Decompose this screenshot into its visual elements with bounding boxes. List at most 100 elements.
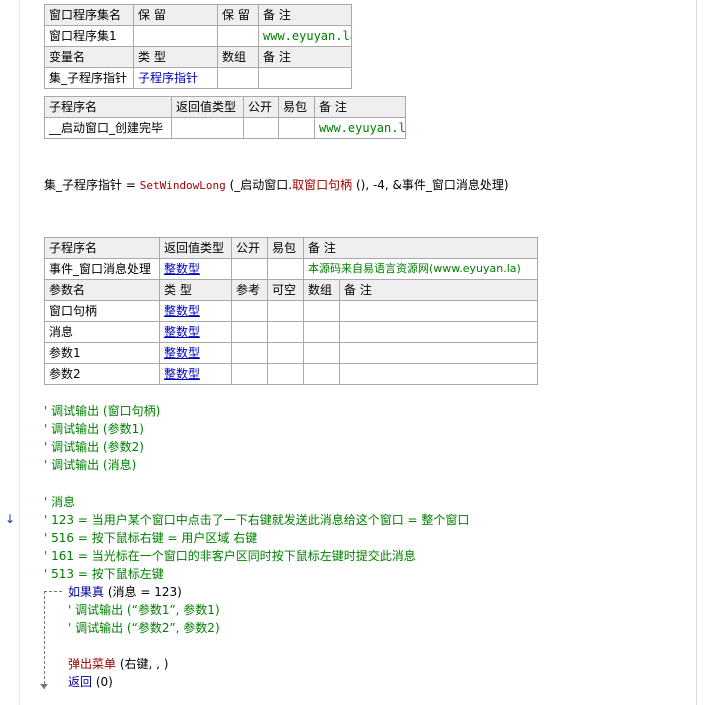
variable-name-cell[interactable]: 集_子程序指针 — [44, 67, 134, 89]
code-variable: 集_子程序指针 — [44, 178, 123, 192]
popup-menu-line[interactable]: 弹出菜单 (右键, , ) — [68, 656, 168, 672]
param-array-cell[interactable] — [303, 363, 340, 385]
header-cell: 数组 — [303, 279, 340, 301]
param-array-cell[interactable] — [303, 321, 340, 343]
param-ref-cell[interactable] — [231, 300, 268, 322]
if-statement-line[interactable]: 如果真 (消息 = 123) — [68, 584, 182, 600]
comment-line[interactable]: ' 513 = 按下鼠标左键 — [44, 566, 164, 582]
subroutine-row[interactable]: __启动窗口_创建完毕 www.eyuyan.la — [44, 117, 406, 139]
variable-row[interactable]: 集_子程序指针 子程序指针 — [44, 67, 352, 89]
remark-cell[interactable] — [258, 67, 352, 89]
variable-header-row: 变量名 类 型 数组 备 注 — [44, 46, 352, 68]
param-type-cell[interactable]: 整数型 — [159, 363, 232, 385]
param-row[interactable]: 参数1 整数型 — [44, 342, 539, 364]
header-cell: 变量名 — [44, 46, 134, 68]
comment-line[interactable]: ' 调试输出 (消息) — [44, 457, 136, 473]
reserved-cell[interactable] — [217, 25, 259, 47]
header-cell: 备 注 — [258, 4, 352, 26]
return-args: (0) — [92, 675, 113, 689]
param-optional-cell[interactable] — [267, 363, 304, 385]
param-row[interactable]: 窗口句柄 整数型 — [44, 300, 539, 322]
event-subroutine-table: 子程序名 返回值类型 公开 易包 备 注 事件_窗口消息处理 整数型 本源码来自… — [44, 237, 539, 385]
remark-cell[interactable]: www.eyuyan.la — [314, 117, 406, 139]
param-ref-cell[interactable] — [231, 363, 268, 385]
comment-line[interactable]: ' 调试输出 (窗口句柄) — [44, 403, 160, 419]
code-function: SetWindowLong — [139, 179, 226, 192]
param-type-cell[interactable]: 整数型 — [159, 300, 232, 322]
flow-end-arrow-icon — [40, 684, 48, 689]
comment-line[interactable]: ' 调试输出 (“参数2”, 参数2) — [68, 620, 220, 636]
code-arg-window: _启动窗口. — [234, 178, 293, 192]
reserved-cell[interactable] — [133, 25, 218, 47]
param-name-cell[interactable]: 消息 — [44, 321, 160, 343]
header-cell: 公开 — [243, 96, 279, 118]
param-array-cell[interactable] — [303, 342, 340, 364]
variable-type-cell[interactable]: 子程序指针 — [133, 67, 218, 89]
assembly-header-row: 窗口程序集名 保 留 保 留 备 注 — [44, 4, 352, 26]
comment-line[interactable]: ' 123 = 当用户某个窗口中点击了一下右键就发送此消息给这个窗口 = 整个窗… — [44, 512, 469, 528]
param-type-cell[interactable]: 整数型 — [159, 321, 232, 343]
flow-bracket-top — [44, 591, 62, 592]
param-remark-cell[interactable] — [338, 300, 539, 322]
easy-package-cell[interactable] — [267, 258, 304, 280]
header-cell: 类 型 — [159, 279, 232, 301]
assembly-table: 窗口程序集名 保 留 保 留 备 注 窗口程序集1 www.eyuyan.la … — [44, 4, 352, 89]
comment-line[interactable]: ' 消息 — [44, 494, 75, 510]
remark-cell[interactable]: www.eyuyan.la — [258, 25, 352, 47]
param-name-cell[interactable]: 窗口句柄 — [44, 300, 160, 322]
param-ref-cell[interactable] — [231, 342, 268, 364]
subroutine-name-cell[interactable]: 事件_窗口消息处理 — [44, 258, 160, 280]
param-array-cell[interactable] — [303, 300, 340, 322]
flow-bracket-line — [44, 591, 45, 689]
if-condition: (消息 = 123) — [104, 585, 182, 599]
event-row[interactable]: 事件_窗口消息处理 整数型 本源码来自易语言资源网(www.eyuyan.la) — [44, 258, 539, 280]
assembly-name-cell[interactable]: 窗口程序集1 — [44, 25, 134, 47]
return-type-cell[interactable] — [171, 117, 244, 139]
if-keyword: 如果真 — [68, 585, 105, 599]
header-cell: 备 注 — [258, 46, 352, 68]
easy-package-cell[interactable] — [278, 117, 315, 139]
array-cell[interactable] — [217, 67, 259, 89]
param-remark-cell[interactable] — [338, 363, 539, 385]
header-cell: 子程序名 — [44, 237, 160, 259]
code-arg-tail: (), — [352, 178, 373, 192]
comment-line[interactable]: ' 161 = 当光标在一个窗口的非客户区同时按下鼠标左键时提交此消息 — [44, 548, 416, 564]
param-name-cell[interactable]: 参数2 — [44, 363, 160, 385]
comment-line[interactable]: ' 调试输出 (参数1) — [44, 421, 144, 437]
scroll-edge — [696, 0, 697, 705]
remark-cell[interactable]: 本源码来自易语言资源网(www.eyuyan.la) — [302, 258, 539, 280]
param-row[interactable]: 参数2 整数型 — [44, 363, 539, 385]
param-optional-cell[interactable] — [267, 342, 304, 364]
event-header-row: 子程序名 返回值类型 公开 易包 备 注 — [44, 237, 539, 259]
header-cell: 公开 — [231, 237, 268, 259]
header-cell: 备 注 — [314, 96, 406, 118]
return-line[interactable]: 返回 (0) — [68, 674, 113, 690]
header-cell: 窗口程序集名 — [44, 4, 134, 26]
param-optional-cell[interactable] — [267, 321, 304, 343]
param-ref-cell[interactable] — [231, 321, 268, 343]
header-cell: 可空 — [267, 279, 304, 301]
param-optional-cell[interactable] — [267, 300, 304, 322]
subroutine-header-row: 子程序名 返回值类型 公开 易包 备 注 — [44, 96, 406, 118]
code-line-setwindowlong[interactable]: 集_子程序指针 = SetWindowLong (_启动窗口.取窗口句柄 (),… — [44, 177, 509, 194]
comment-line[interactable]: ' 调试输出 (“参数1”, 参数1) — [68, 602, 220, 618]
code-operator: = — [122, 178, 140, 192]
code-arg-pointer: , &事件_窗口消息处理 — [384, 178, 504, 192]
header-cell: 保 留 — [217, 4, 259, 26]
header-cell: 参考 — [231, 279, 268, 301]
comment-line[interactable]: ' 调试输出 (参数2) — [44, 439, 144, 455]
param-header-row: 参数名 类 型 参考 可空 数组 备 注 — [44, 279, 539, 301]
param-type-cell[interactable]: 整数型 — [159, 342, 232, 364]
comment-line[interactable]: ' 516 = 按下鼠标右键 = 用户区域 右键 — [44, 530, 257, 546]
param-row[interactable]: 消息 整数型 — [44, 321, 539, 343]
assembly-row[interactable]: 窗口程序集1 www.eyuyan.la — [44, 25, 352, 47]
subroutine-name-cell[interactable]: __启动窗口_创建完毕 — [44, 117, 172, 139]
public-cell[interactable] — [231, 258, 268, 280]
param-remark-cell[interactable] — [338, 321, 539, 343]
return-type-cell[interactable]: 整数型 — [159, 258, 232, 280]
code-arg-number: -4 — [372, 178, 385, 192]
param-remark-cell[interactable] — [338, 342, 539, 364]
param-name-cell[interactable]: 参数1 — [44, 342, 160, 364]
public-cell[interactable] — [243, 117, 279, 139]
return-keyword: 返回 — [68, 675, 93, 689]
